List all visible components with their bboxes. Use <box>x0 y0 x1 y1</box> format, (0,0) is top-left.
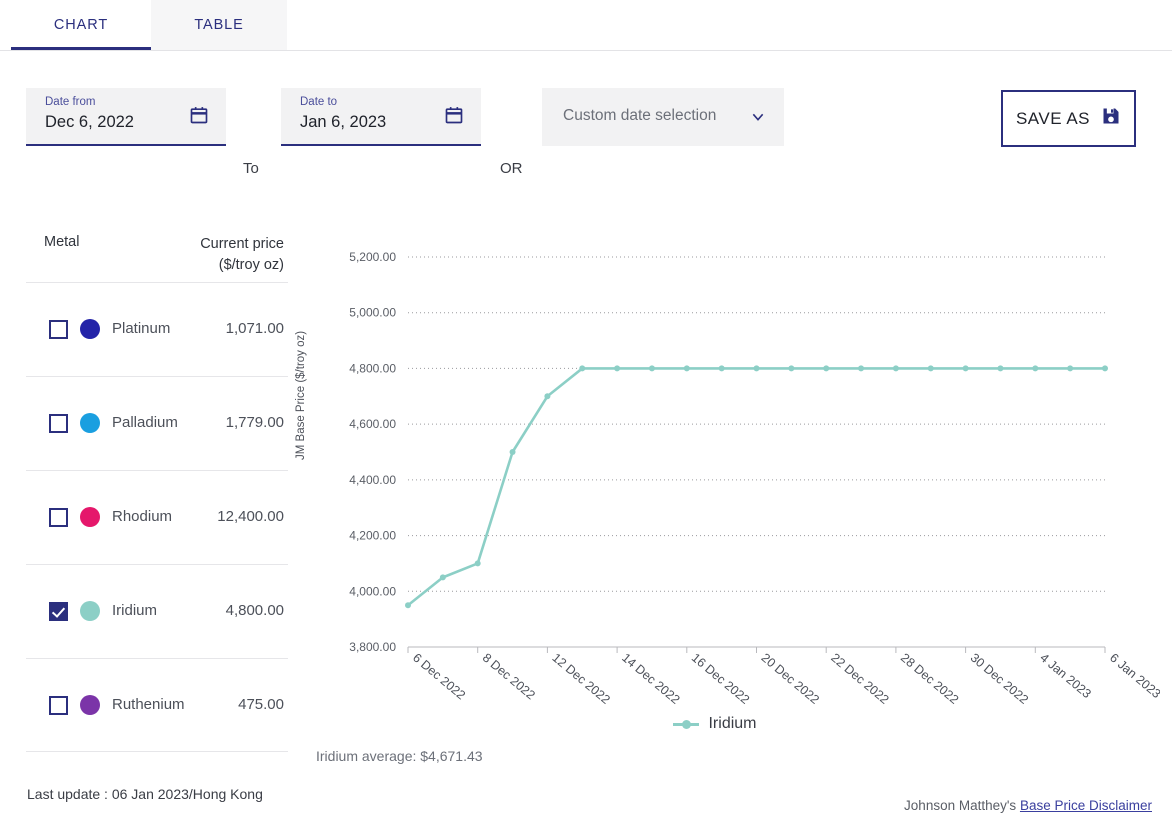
date-from-value: Dec 6, 2022 <box>45 113 134 132</box>
svg-text:6 Jan 2023: 6 Jan 2023 <box>1107 651 1160 702</box>
checkbox-platinum[interactable] <box>49 320 68 339</box>
svg-text:30 Dec 2022: 30 Dec 2022 <box>968 651 1031 707</box>
metal-name-iridium: Iridium <box>112 602 157 619</box>
color-swatch-rhodium <box>80 507 100 527</box>
metal-name-platinum: Platinum <box>112 320 170 337</box>
svg-text:8 Dec 2022: 8 Dec 2022 <box>480 651 538 703</box>
metal-price-rhodium: 12,400.00 <box>217 508 284 525</box>
color-swatch-palladium <box>80 413 100 433</box>
column-header-current-price: Current price ($/troy oz) <box>104 234 284 276</box>
footer-prefix: Johnson Matthey's <box>904 798 1016 813</box>
metal-row-palladium[interactable]: Palladium 1,779.00 <box>26 376 288 470</box>
tab-table-label: TABLE <box>194 17 243 33</box>
date-to-value: Jan 6, 2023 <box>300 113 386 132</box>
svg-text:5,200.00: 5,200.00 <box>349 250 396 264</box>
calendar-icon[interactable] <box>444 105 464 125</box>
svg-text:4,200.00: 4,200.00 <box>349 529 396 543</box>
metal-name-palladium: Palladium <box>112 414 178 431</box>
metal-price-iridium: 4,800.00 <box>226 602 284 619</box>
price-chart: JM Base Price ($/troy oz) 3,800.004,000.… <box>300 200 1160 790</box>
base-price-disclaimer-link[interactable]: Base Price Disclaimer <box>1020 798 1152 813</box>
custom-date-selection-value: Custom date selection <box>563 107 716 125</box>
chart-canvas[interactable]: 3,800.00 4,000.00 4,200.00 4,400.00 4,600.00… <box>300 200 1160 710</box>
or-separator-label: OR <box>500 160 523 177</box>
checkbox-iridium[interactable] <box>49 602 68 621</box>
metal-row-ruthenium[interactable]: Ruthenium 475.00 <box>26 658 288 752</box>
svg-text:4,400.00: 4,400.00 <box>349 473 396 487</box>
checkbox-rhodium[interactable] <box>49 508 68 527</box>
column-header-price-line2: ($/troy oz) <box>219 257 284 273</box>
column-header-metal: Metal <box>44 234 79 250</box>
svg-text:4 Jan 2023: 4 Jan 2023 <box>1037 651 1093 702</box>
metal-row-platinum[interactable]: Platinum 1,071.00 <box>26 282 288 376</box>
svg-text:4,600.00: 4,600.00 <box>349 417 396 431</box>
chart-legend: Iridium <box>300 715 1130 733</box>
active-tab-indicator <box>11 47 151 50</box>
legend-marker-iridium <box>673 723 699 726</box>
save-as-label: SAVE AS <box>1016 109 1090 129</box>
date-from-label: Date from <box>45 96 96 108</box>
svg-text:4,000.00: 4,000.00 <box>349 584 396 598</box>
svg-text:28 Dec 2022: 28 Dec 2022 <box>898 651 961 707</box>
date-to-field[interactable]: Date to Jan 6, 2023 <box>281 88 481 146</box>
tab-chart[interactable]: CHART <box>11 0 151 50</box>
tab-bar: CHART TABLE <box>0 0 1172 51</box>
to-separator-label: To <box>243 160 259 177</box>
metal-name-ruthenium: Ruthenium <box>112 696 185 713</box>
custom-date-selection-dropdown[interactable]: Custom date selection <box>542 88 784 146</box>
legend-label-iridium: Iridium <box>708 715 756 733</box>
date-from-field[interactable]: Date from Dec 6, 2022 <box>26 88 226 146</box>
color-swatch-platinum <box>80 319 100 339</box>
metal-row-iridium[interactable]: Iridium 4,800.00 <box>26 564 288 658</box>
svg-text:4,800.00: 4,800.00 <box>349 361 396 375</box>
svg-text:3,800.00: 3,800.00 <box>349 640 396 654</box>
footer-disclaimer: Johnson Matthey's Base Price Disclaimer <box>904 798 1152 813</box>
save-as-button[interactable]: SAVE AS <box>1001 90 1136 147</box>
tab-table[interactable]: TABLE <box>151 0 287 50</box>
checkbox-palladium[interactable] <box>49 414 68 433</box>
svg-text:6 Dec 2022: 6 Dec 2022 <box>410 651 468 703</box>
tab-chart-label: CHART <box>54 17 108 33</box>
metal-price-palladium: 1,779.00 <box>226 414 284 431</box>
metal-price-platinum: 1,071.00 <box>226 320 284 337</box>
metal-price-ruthenium: 475.00 <box>238 696 284 713</box>
column-header-price-line1: Current price <box>200 236 284 252</box>
date-to-label: Date to <box>300 96 337 108</box>
color-swatch-iridium <box>80 601 100 621</box>
floppy-disk-save-icon <box>1101 106 1121 131</box>
svg-text:12 Dec 2022: 12 Dec 2022 <box>549 651 612 707</box>
svg-text:14 Dec 2022: 14 Dec 2022 <box>619 651 682 707</box>
metal-list-header: Metal Current price ($/troy oz) <box>26 210 288 282</box>
svg-text:5,000.00: 5,000.00 <box>349 306 396 320</box>
metal-name-rhodium: Rhodium <box>112 508 172 525</box>
chart-average-annotation: Iridium average: $4,671.43 <box>316 748 483 764</box>
svg-text:16 Dec 2022: 16 Dec 2022 <box>689 651 752 707</box>
chevron-down-icon <box>750 109 766 125</box>
calendar-icon[interactable] <box>189 105 209 125</box>
color-swatch-ruthenium <box>80 695 100 715</box>
last-update-text: Last update : 06 Jan 2023/Hong Kong <box>27 786 263 802</box>
checkbox-ruthenium[interactable] <box>49 696 68 715</box>
metal-row-rhodium[interactable]: Rhodium 12,400.00 <box>26 470 288 564</box>
svg-text:22 Dec 2022: 22 Dec 2022 <box>828 651 891 707</box>
filter-toolbar: Date from Dec 6, 2022 To Date to Jan 6, … <box>0 51 1172 183</box>
svg-text:20 Dec 2022: 20 Dec 2022 <box>759 651 822 707</box>
metal-selection-list: Metal Current price ($/troy oz) Platinum… <box>26 210 288 752</box>
